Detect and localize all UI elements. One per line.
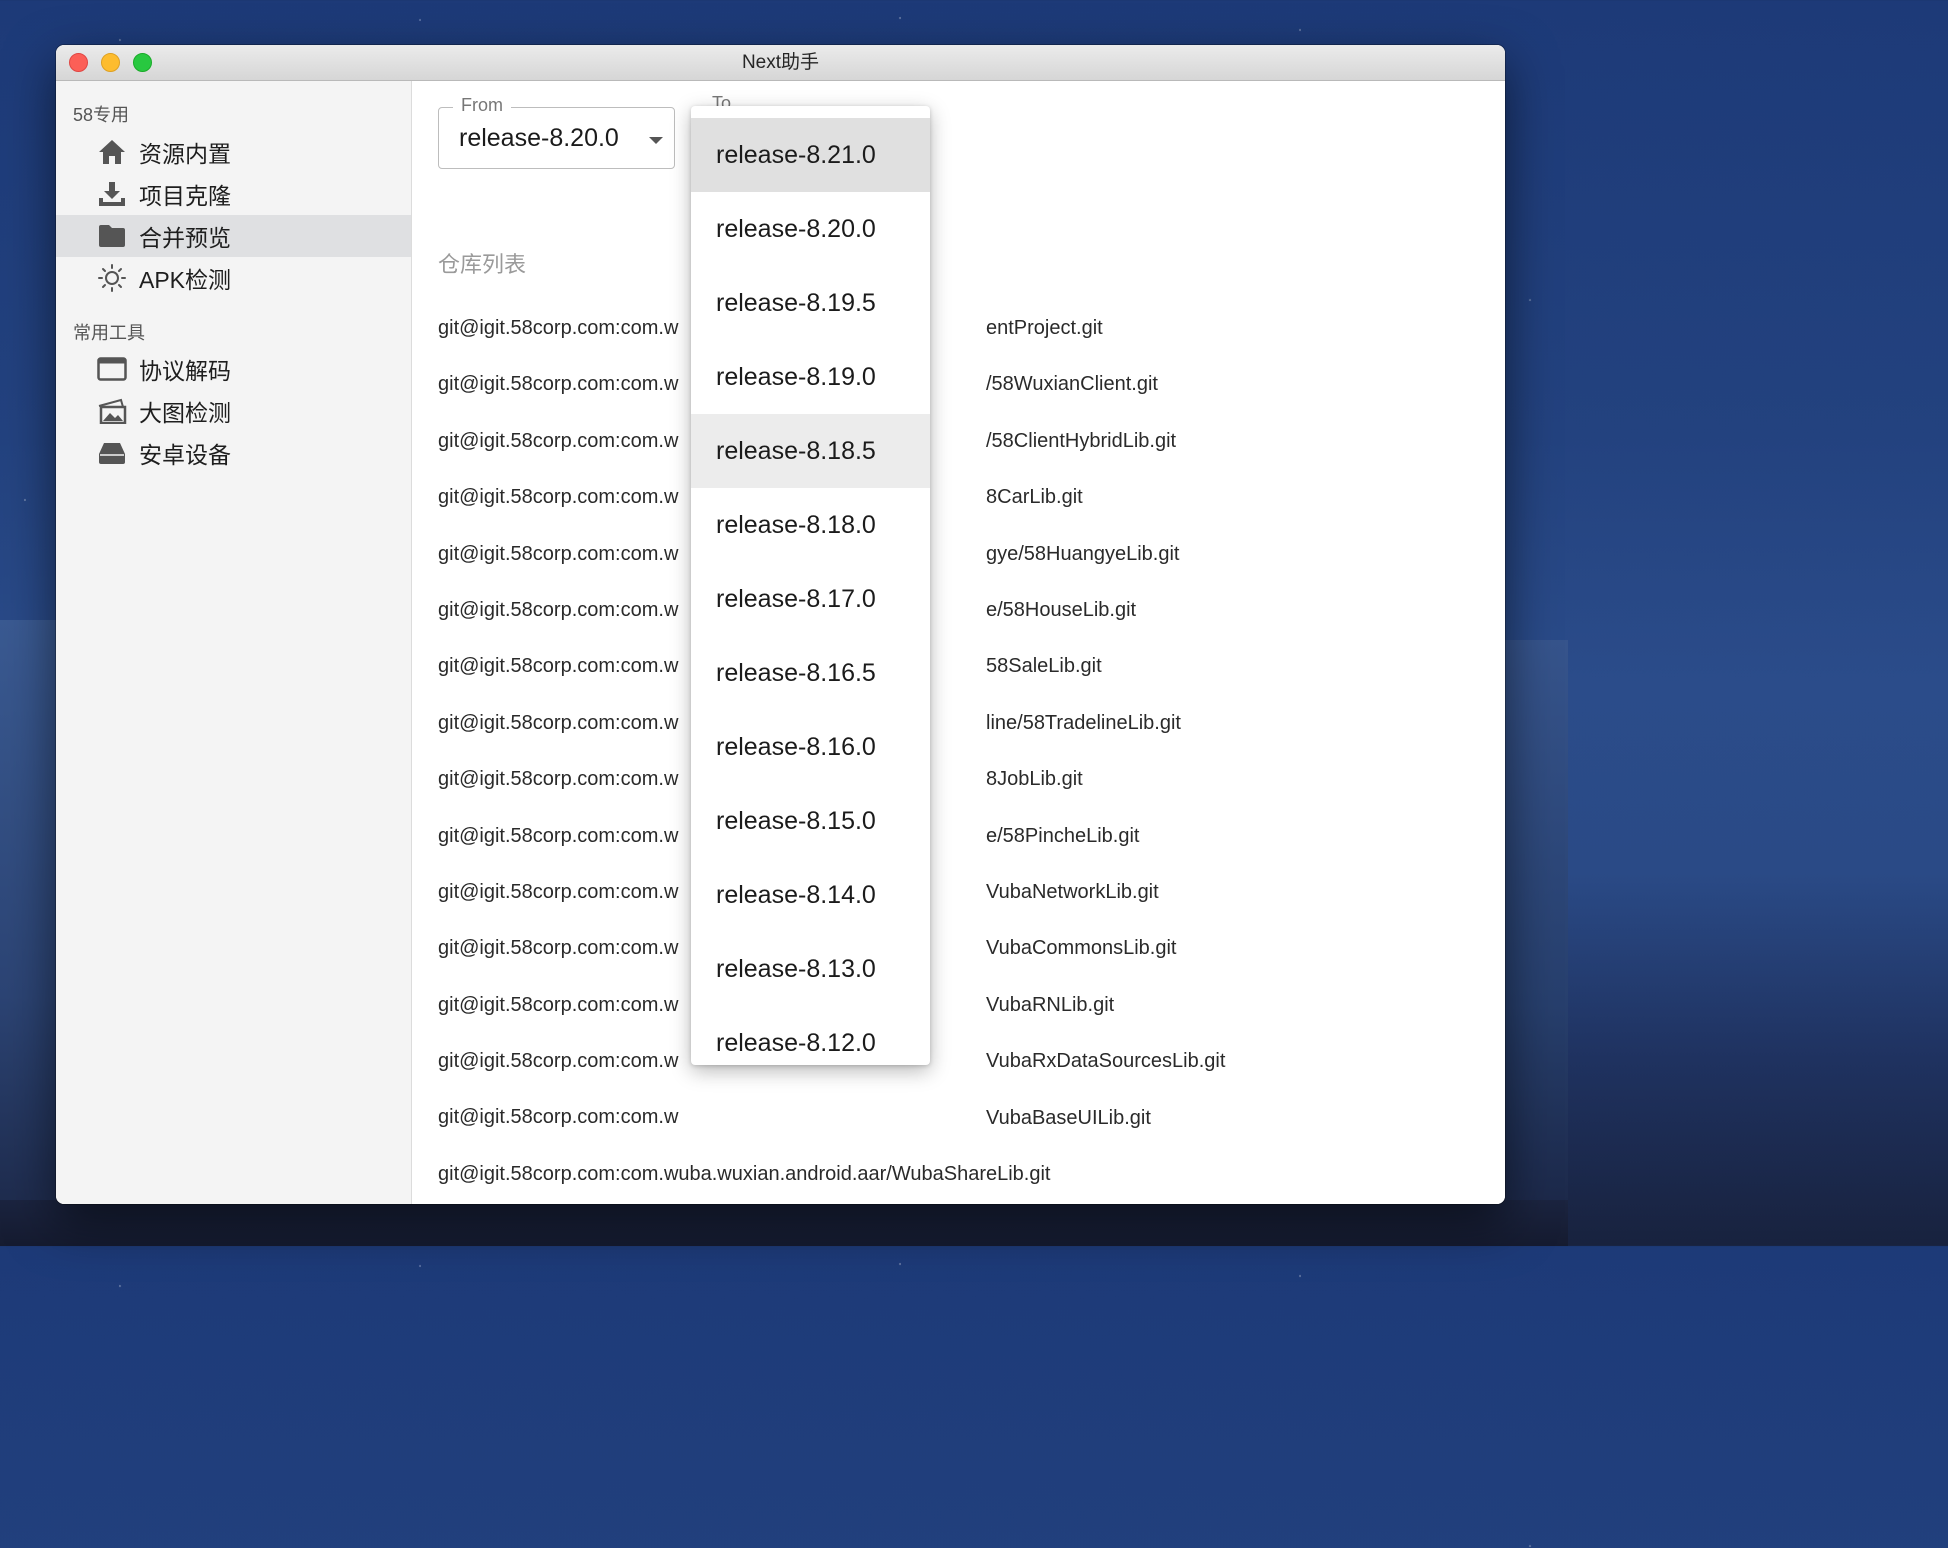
window-title: Next助手: [741, 52, 820, 73]
dropdown-option[interactable]: release-8.19.5: [691, 266, 930, 340]
repo-item-tail: VubaRxDataSourcesLib.git: [986, 1050, 1226, 1073]
sidebar-item-label: 合并预览: [139, 225, 231, 251]
sidebar-item-large-image-check[interactable]: 大图检测: [56, 390, 411, 432]
sidebar-item-label: 项目克隆: [139, 183, 231, 209]
folder-icon: [97, 221, 127, 251]
repo-item: git@igit.58corp.com:com.wuba.wuxian.andr…: [438, 1162, 1051, 1185]
sidebar-section-title-58: 58专用: [73, 105, 130, 125]
sidebar: 58专用 资源内置 项目克隆 合并预览 APK检测 常用工具 协议解码 大图检测…: [56, 81, 412, 1204]
dropdown-option[interactable]: release-8.19.0: [691, 340, 930, 414]
repo-item-tail: gye/58HuangyeLib.git: [986, 542, 1180, 565]
home-icon: [97, 137, 127, 167]
repo-item-tail: /58ClientHybridLib.git: [986, 429, 1177, 452]
repo-item: git@igit.58corp.com:com.w: [438, 1106, 679, 1129]
sidebar-item-label: 大图检测: [139, 400, 231, 426]
sun-icon: [97, 263, 127, 293]
window-icon: [97, 354, 127, 384]
sidebar-item-label: APK检测: [139, 267, 232, 293]
dropdown-option[interactable]: release-8.21.0: [691, 118, 930, 192]
sidebar-section-title-tools: 常用工具: [73, 323, 145, 343]
sidebar-item-label: 安卓设备: [139, 442, 231, 468]
from-value: release-8.20.0: [459, 124, 619, 152]
dropdown-option[interactable]: release-8.14.0: [691, 858, 930, 932]
repo-item-tail: /58WuxianClient.git: [986, 373, 1158, 396]
repo-item-tail: VubaRNLib.git: [986, 993, 1115, 1016]
repo-item-tail: VubaBaseUILib.git: [986, 1106, 1151, 1129]
dropdown-option[interactable]: release-8.17.0: [691, 562, 930, 636]
repo-item-tail: 58SaleLib.git: [986, 655, 1102, 678]
from-label: From: [453, 95, 511, 116]
desktop-mountain-right: [1504, 640, 1568, 1246]
dropdown-option[interactable]: release-8.15.0: [691, 784, 930, 858]
dropdown-option[interactable]: release-8.12.0: [691, 1006, 930, 1065]
repo-item-tail: 8CarLib.git: [986, 486, 1083, 509]
dropdown-option[interactable]: release-8.20.0: [691, 192, 930, 266]
repo-item-tail: e/58PincheLib.git: [986, 824, 1140, 847]
main-content: From release-8.20.0 To 仓库列表 git@igit.58c…: [412, 81, 1505, 1204]
desktop-mountain-left: [0, 620, 60, 1246]
dropdown-option[interactable]: release-8.13.0: [691, 932, 930, 1006]
sidebar-item-merge-preview[interactable]: 合并预览: [56, 215, 411, 257]
sidebar-item-android-devices[interactable]: 安卓设备: [56, 432, 411, 474]
repo-item-tail: entProject.git: [986, 317, 1103, 339]
dropdown-option[interactable]: release-8.18.0: [691, 488, 930, 562]
download-icon: [97, 179, 127, 209]
sidebar-item-protocol-decode[interactable]: 协议解码: [56, 348, 411, 390]
repo-item-tail: 8JobLib.git: [986, 768, 1083, 791]
desktop-ground: [0, 1200, 1568, 1246]
dropdown-option[interactable]: release-8.18.5: [691, 414, 930, 488]
repo-item-tail: VubaNetworkLib.git: [986, 881, 1159, 903]
title-bar[interactable]: Next助手: [56, 45, 1505, 81]
repo-item-tail: line/58TradelineLib.git: [986, 711, 1181, 734]
dropdown-option[interactable]: release-8.16.0: [691, 710, 930, 784]
sidebar-item-label: 协议解码: [139, 358, 231, 384]
chevron-down-icon: [649, 137, 663, 144]
sidebar-item-label: 资源内置: [139, 141, 231, 167]
sidebar-item-clone[interactable]: 项目克隆: [56, 173, 411, 215]
dropdown-option[interactable]: release-8.16.5: [691, 636, 930, 710]
sidebar-item-apk-check[interactable]: APK检测: [56, 257, 411, 299]
repo-item-tail: e/58HouseLib.git: [986, 599, 1137, 621]
drive-icon: [97, 438, 127, 468]
image-icon: [97, 396, 127, 426]
sidebar-item-resources[interactable]: 资源内置: [56, 131, 411, 173]
repo-list-heading: 仓库列表: [438, 252, 527, 277]
repo-item-tail: VubaCommonsLib.git: [986, 937, 1177, 960]
from-branch-select[interactable]: From release-8.20.0: [438, 95, 675, 169]
to-branch-dropdown[interactable]: release-8.21.0 release-8.20.0 release-8.19…: [691, 106, 930, 1065]
